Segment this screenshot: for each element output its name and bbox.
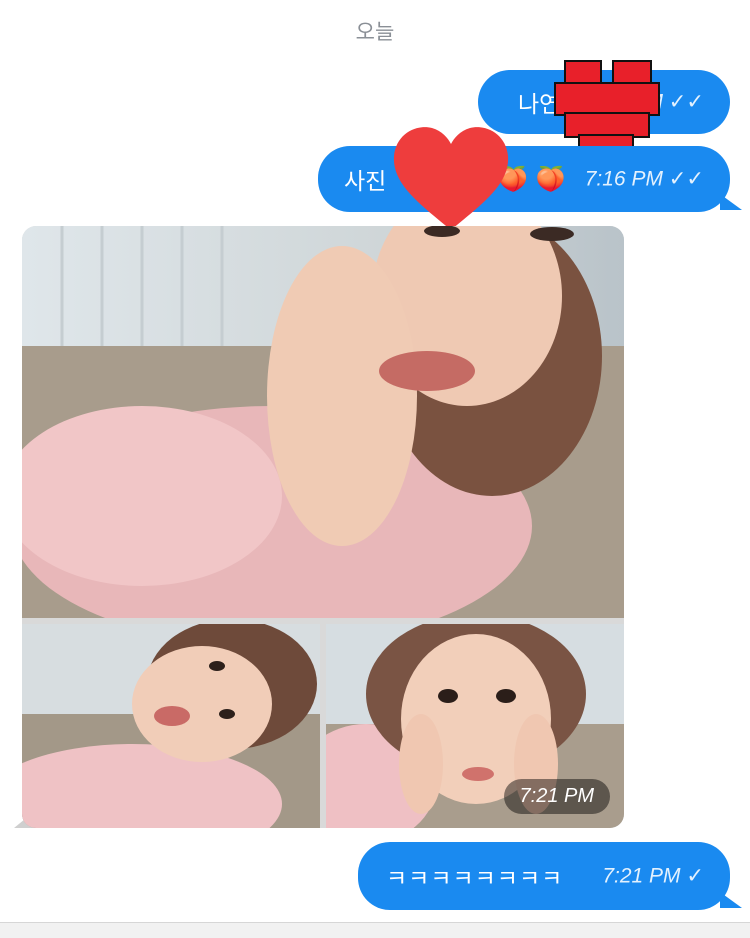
- message-time: 7:16 PM: [584, 167, 663, 191]
- bubble-tail-icon: [720, 194, 742, 210]
- message-text: ㅋㅋㅋㅋㅋㅋㅋㅋ: [386, 866, 564, 892]
- compose-bar-edge: [0, 922, 750, 938]
- message-time: 7:21 PM: [602, 864, 681, 888]
- read-receipt-icon: ✓✓: [668, 167, 704, 191]
- selfie-photo-large[interactable]: [22, 226, 624, 618]
- message-text: 나연: [518, 92, 561, 118]
- heart-censor-icon: [393, 127, 509, 230]
- bubble-tail-icon: [720, 892, 742, 908]
- message-meta: 7:16 PM ✓✓: [585, 167, 704, 192]
- image-group[interactable]: 7:21 PM: [22, 226, 624, 828]
- selfie-photo-hands[interactable]: 7:21 PM: [326, 624, 624, 828]
- message-bubble-2[interactable]: 사진 🍑 🍑 7:16 PM ✓✓: [318, 146, 730, 212]
- image-timestamp: 7:21 PM: [503, 779, 610, 814]
- selfie-photo-lying[interactable]: [22, 624, 320, 828]
- date-header: 오늘: [355, 20, 395, 44]
- read-receipt-icon: ✓: [686, 864, 704, 888]
- message-meta: 7:21 PM ✓: [602, 864, 704, 889]
- message-bubble-4[interactable]: ㅋㅋㅋㅋㅋㅋㅋㅋ 7:21 PM ✓: [358, 842, 730, 910]
- message-text: 사진: [344, 169, 387, 195]
- read-receipt-icon: ✓✓: [668, 90, 704, 114]
